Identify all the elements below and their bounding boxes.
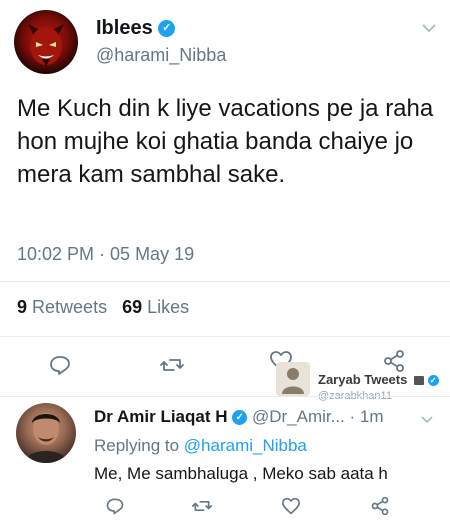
watermark: Zaryab Tweets ✓ @zarabkhan11 <box>272 352 447 402</box>
replying-handle-link[interactable]: @harami_Nibba <box>184 436 307 455</box>
tweet-author-name-text: Iblees <box>96 17 153 39</box>
watermark-name-text: Zaryab Tweets <box>318 372 408 387</box>
share-button[interactable] <box>368 494 392 518</box>
reply-icon <box>106 498 124 515</box>
chevron-down-icon[interactable] <box>421 18 437 39</box>
reply-icon <box>50 356 70 375</box>
retweet-icon <box>160 359 184 371</box>
retweets-stat[interactable]: 9 Retweets <box>17 297 107 317</box>
divider <box>0 281 450 282</box>
chevron-down-icon[interactable] <box>420 412 434 430</box>
reply-actions <box>0 494 450 520</box>
verified-badge-icon: ✓ <box>427 375 439 387</box>
likes-count: 69 <box>122 297 143 317</box>
reply-button[interactable] <box>103 494 127 518</box>
reply-author-header[interactable]: Dr Amir Liaqat H ✓ @Dr_Amir... · 1m <box>94 407 384 427</box>
likes-stat[interactable]: 69 Likes <box>122 297 189 317</box>
avatar-reply-author[interactable] <box>16 403 76 463</box>
heart-icon <box>282 497 300 515</box>
retweets-count: 9 <box>17 297 28 317</box>
tweet-author-handle[interactable]: @harami_Nibba <box>96 45 226 66</box>
retweet-button[interactable] <box>157 350 187 380</box>
tweet-author-name[interactable]: Iblees ✓ <box>96 17 176 40</box>
watermark-logo <box>276 362 310 396</box>
divider <box>0 336 450 337</box>
retweet-icon <box>191 501 212 511</box>
retweets-label: Retweets <box>32 297 108 317</box>
tweet-timestamp[interactable]: 10:02 PM · 05 May 19 <box>17 244 194 265</box>
share-icon <box>371 496 389 516</box>
tweet-stats: 9 Retweets 69 Likes <box>17 297 189 318</box>
tweet-text: Me Kuch din k liye vacations pe ja raha … <box>17 95 440 188</box>
reply-button[interactable] <box>45 350 75 380</box>
divider <box>0 396 450 397</box>
reply-text: Me, Me sambhaluga , Meko sab aata h <box>94 464 388 483</box>
verified-badge-icon: ✓ <box>232 410 248 426</box>
like-button[interactable] <box>279 494 303 518</box>
retweet-button[interactable] <box>190 494 214 518</box>
reply-time: · 1m <box>349 407 384 426</box>
verified-badge-icon: ✓ <box>158 20 176 38</box>
watermark-name: Zaryab Tweets ✓ <box>318 372 439 387</box>
book-icon <box>413 376 424 386</box>
avatar-iblees[interactable] <box>14 10 78 74</box>
likes-label: Likes <box>147 297 190 317</box>
replying-prefix: Replying to <box>94 436 180 455</box>
reply-author-handle: @Dr_Amir... <box>251 407 345 426</box>
replying-to: Replying to @harami_Nibba <box>94 436 307 456</box>
reply-author-name: Dr Amir Liaqat H <box>94 407 228 426</box>
